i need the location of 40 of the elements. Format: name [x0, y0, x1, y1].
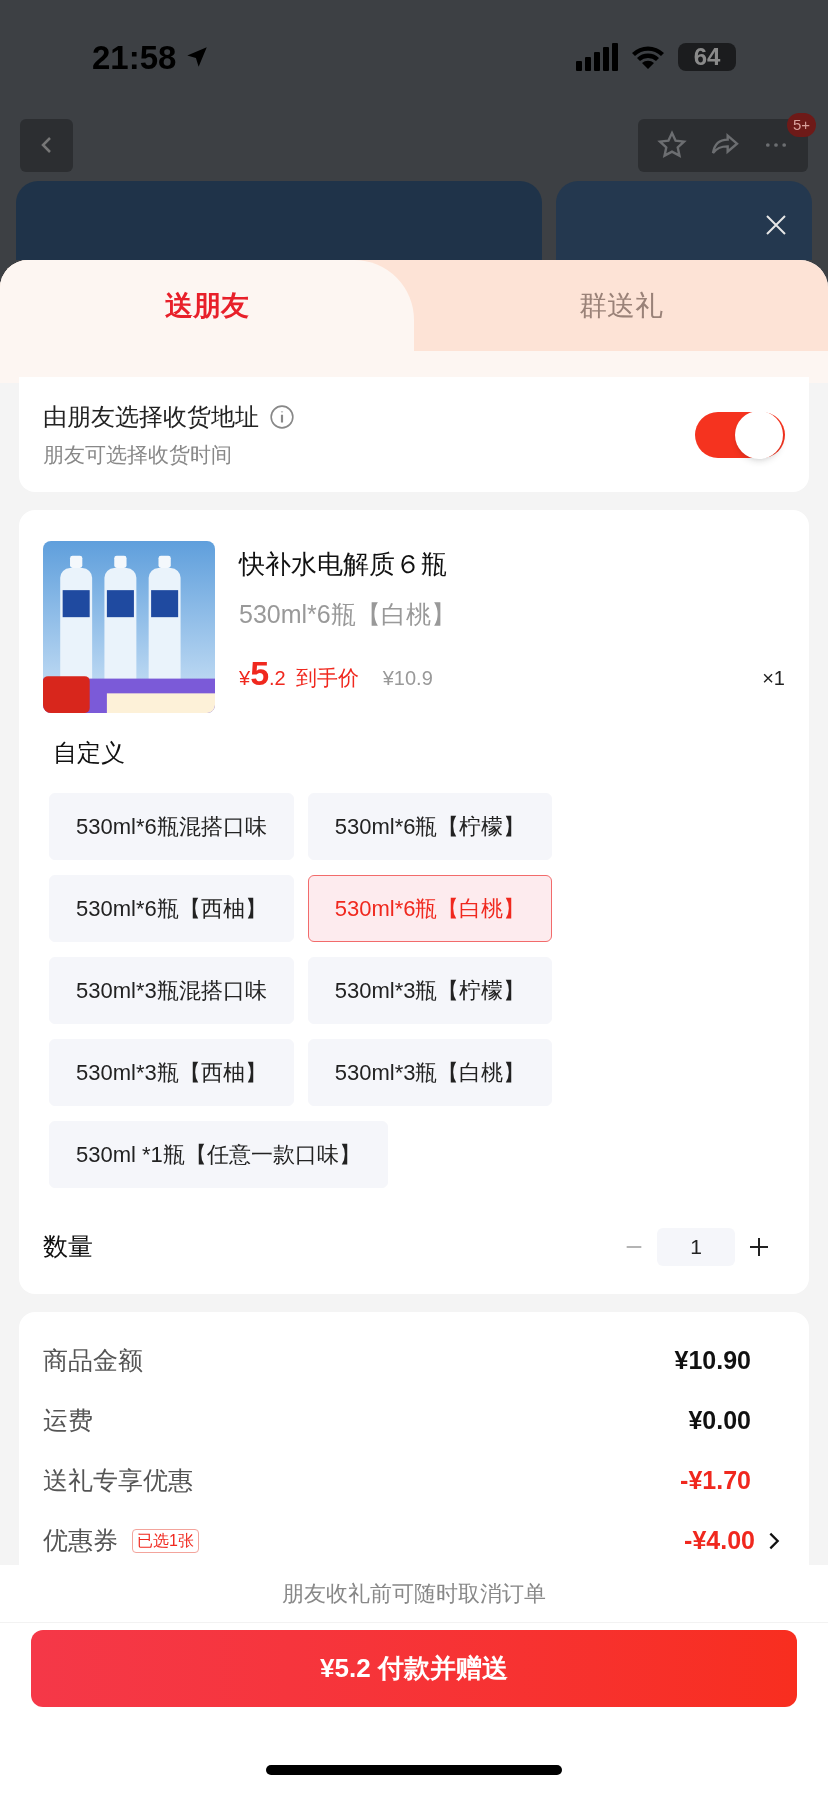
option-chip[interactable]: 530ml*3瓶混搭口味 [49, 957, 294, 1024]
summary-value: -¥4.00 [684, 1525, 755, 1557]
summary-value: ¥0.00 [688, 1405, 751, 1437]
option-chip[interactable]: 530ml*3瓶【西柚】 [49, 1039, 294, 1106]
option-chip[interactable]: 530ml*3瓶【白桃】 [307, 1039, 553, 1106]
option-chip[interactable]: 530ml *1瓶【任意一款口味】 [49, 1121, 388, 1188]
product-name: 快补水电解质６瓶 [239, 548, 448, 581]
price: ¥5.2 [239, 652, 286, 694]
info-icon[interactable] [269, 403, 295, 430]
quantity-label: 数量 [43, 1231, 93, 1263]
summary-label: 商品金额 [43, 1345, 143, 1377]
summary-value: ¥10.90 [674, 1345, 751, 1377]
notification-badge: 5+ [786, 112, 816, 137]
product-spec: 530ml*6瓶【白桃】 [239, 599, 457, 630]
summary-value: -¥1.70 [680, 1465, 751, 1497]
option-chip[interactable]: 530ml*6瓶【柠檬】 [307, 793, 553, 860]
quantity-value[interactable]: 1 [657, 1228, 735, 1266]
plus-icon[interactable] [747, 1235, 771, 1259]
footer-note: 朋友收礼前可随时取消订单 [282, 1580, 546, 1608]
status-time: 21:58 [92, 37, 177, 78]
option-chip[interactable]: 530ml*3瓶【柠檬】 [307, 957, 553, 1024]
option-chip[interactable]: 530ml*6瓶【白桃】 [307, 875, 553, 942]
address-toggle-title: 由朋友选择收货地址 [43, 401, 259, 432]
address-toggle-subtitle: 朋友可选择收货时间 [43, 441, 233, 468]
close-icon[interactable] [764, 212, 788, 237]
price-label: 到手价 [295, 664, 359, 691]
option-chip[interactable]: 530ml*6瓶混搭口味 [49, 793, 294, 860]
toggle-switch[interactable] [695, 411, 785, 458]
item-quantity: ×1 [762, 665, 785, 691]
tab[interactable]: 送朋友 [0, 260, 414, 351]
summary-label: 优惠券 [43, 1525, 118, 1557]
signal-icon [576, 43, 618, 72]
summary-label: 送礼专享优惠 [43, 1465, 193, 1497]
coupon-tag: 已选1张 [132, 1529, 199, 1553]
pay-button[interactable]: ¥5.2 付款并赠送 [31, 1630, 797, 1707]
original-price: ¥10.9 [382, 665, 433, 691]
options-title: 自定义 [53, 738, 126, 768]
summary-label: 运费 [43, 1405, 93, 1437]
option-chip[interactable]: 530ml*6瓶【西柚】 [49, 875, 294, 942]
battery-icon: 64 [678, 43, 736, 72]
